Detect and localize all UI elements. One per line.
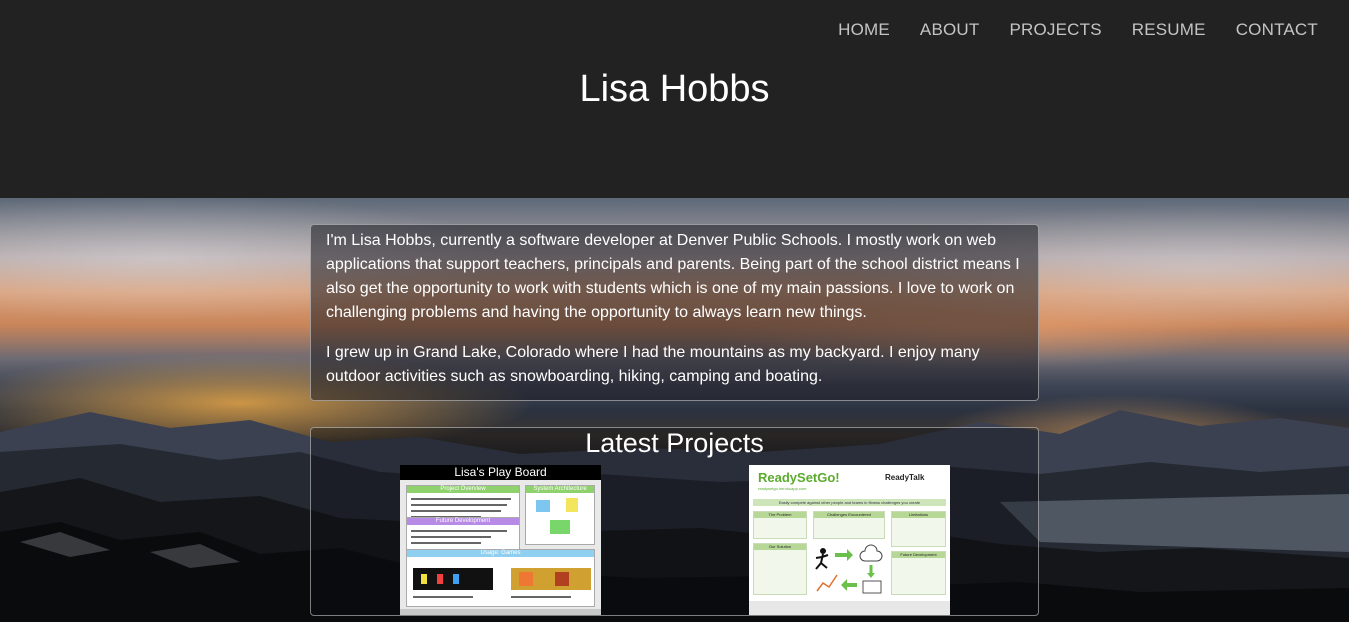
project-poster-play-board[interactable]: Lisa's Play Board Project Overview Syste… [400, 465, 601, 615]
poster-section: Usage: Games Block Game Simon Game [406, 549, 595, 607]
poster-title: Lisa's Play Board [400, 465, 601, 480]
poster-section: System Architecture [525, 485, 595, 545]
poster-brand: ReadyTalk [885, 473, 925, 482]
poster-title: ReadySetGo! [758, 470, 840, 485]
latest-projects-panel: Latest Projects Lisa's Play Board Projec… [310, 427, 1039, 616]
nav-home-link[interactable]: HOME [838, 20, 890, 40]
site-header: HOME ABOUT PROJECTS RESUME CONTACT Lisa … [0, 0, 1349, 198]
poster-section: Our Solution [753, 543, 807, 595]
projects-heading: Latest Projects [585, 428, 764, 458]
poster-section: Future Development [406, 517, 520, 551]
project-poster-readysetgo[interactable]: ReadySetGo! ReadyTalk readysetgo.herokua… [749, 465, 950, 615]
poster-section: Limitations [891, 511, 946, 547]
site-title: Lisa Hobbs [579, 68, 770, 110]
poster-tagline: Easily compete against other people and … [753, 499, 946, 506]
nav-resume-link[interactable]: RESUME [1132, 20, 1206, 40]
bio-paragraph: I'm Lisa Hobbs, currently a software dev… [326, 232, 1020, 321]
hero-background: I'm Lisa Hobbs, currently a software dev… [0, 198, 1349, 622]
poster-footer [749, 601, 950, 615]
nav-contact-link[interactable]: CONTACT [1236, 20, 1318, 40]
poster-section: Future Development [891, 551, 946, 595]
nav-projects-link[interactable]: PROJECTS [1009, 20, 1101, 40]
poster-section: Challenges Encountered [813, 511, 885, 539]
bio-paragraph: I grew up in Grand Lake, Colorado where … [326, 344, 980, 385]
bio-panel: I'm Lisa Hobbs, currently a software dev… [310, 224, 1039, 401]
solution-diagram [813, 543, 885, 595]
nav-about-link[interactable]: ABOUT [920, 20, 980, 40]
poster-section: The Problem [753, 511, 807, 539]
main-nav: HOME ABOUT PROJECTS RESUME CONTACT [808, 20, 1318, 40]
poster-url: readysetgo.herokuapp.com [758, 486, 807, 491]
